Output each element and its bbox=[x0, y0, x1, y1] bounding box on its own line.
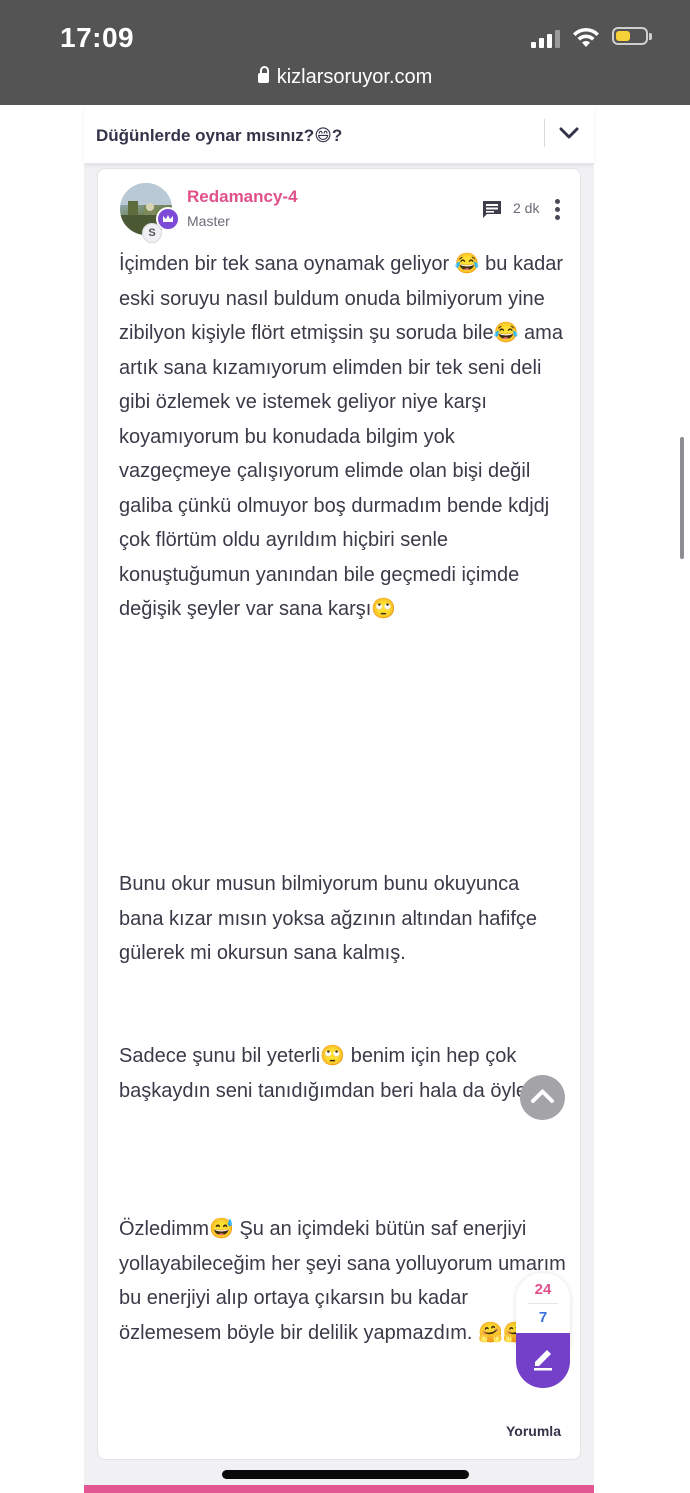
question-header[interactable]: Düğünlerde oynar mısınız?😄? bbox=[84, 105, 594, 164]
wifi-icon bbox=[573, 27, 599, 47]
chevron-down-icon[interactable] bbox=[558, 123, 580, 143]
question-title[interactable]: Düğünlerde oynar mısınız?😄? bbox=[96, 126, 342, 146]
lock-icon bbox=[257, 66, 269, 83]
answer-paragraph-4: Özledimm😅 Şu an içimdeki bütün saf enerj… bbox=[119, 1218, 566, 1344]
pencil-icon bbox=[534, 1350, 552, 1371]
url-bar[interactable]: kizlarsoruyor.com bbox=[0, 66, 690, 89]
reply-button[interactable]: Yorumla bbox=[506, 1423, 561, 1439]
url-text: kizlarsoruyor.com bbox=[276, 66, 433, 88]
home-indicator[interactable] bbox=[222, 1470, 469, 1479]
answer-paragraph-3: Sadece şunu bil yeterli🙄 benim için hep … bbox=[119, 1045, 553, 1102]
status-time: 17:09 bbox=[60, 22, 135, 53]
scrollbar[interactable] bbox=[680, 437, 684, 559]
more-options-icon[interactable] bbox=[553, 197, 561, 221]
bottom-accent-bar bbox=[84, 1485, 594, 1493]
scroll-to-top-button[interactable] bbox=[520, 1075, 565, 1120]
header-divider bbox=[544, 119, 545, 147]
vote-divider bbox=[528, 1303, 558, 1304]
username-link[interactable]: Redamancy-4 bbox=[187, 187, 298, 207]
write-answer-button[interactable] bbox=[516, 1333, 570, 1388]
user-rank: Master bbox=[187, 213, 230, 229]
comment-icon[interactable] bbox=[481, 199, 503, 219]
answer-paragraph-1: İçimden bir tek sana oynamak geliyor 😂 b… bbox=[119, 253, 564, 620]
cellular-signal-icon bbox=[531, 30, 561, 48]
level-badge: S bbox=[142, 223, 162, 243]
chevron-up-icon bbox=[531, 1089, 554, 1103]
answer-time: 2 dk bbox=[513, 200, 540, 216]
upvote-count[interactable]: 24 bbox=[516, 1281, 570, 1298]
answer-card: S Redamancy-4 Master 2 dk İçimden bir te… bbox=[97, 168, 581, 1460]
downvote-count[interactable]: 7 bbox=[516, 1309, 570, 1326]
answer-paragraph-2: Bunu okur musun bilmiyorum bunu okuyunca… bbox=[119, 873, 538, 964]
browser-top-bar: 17:09 kizlarsoruyor.com bbox=[0, 0, 690, 105]
battery-icon bbox=[612, 27, 652, 45]
